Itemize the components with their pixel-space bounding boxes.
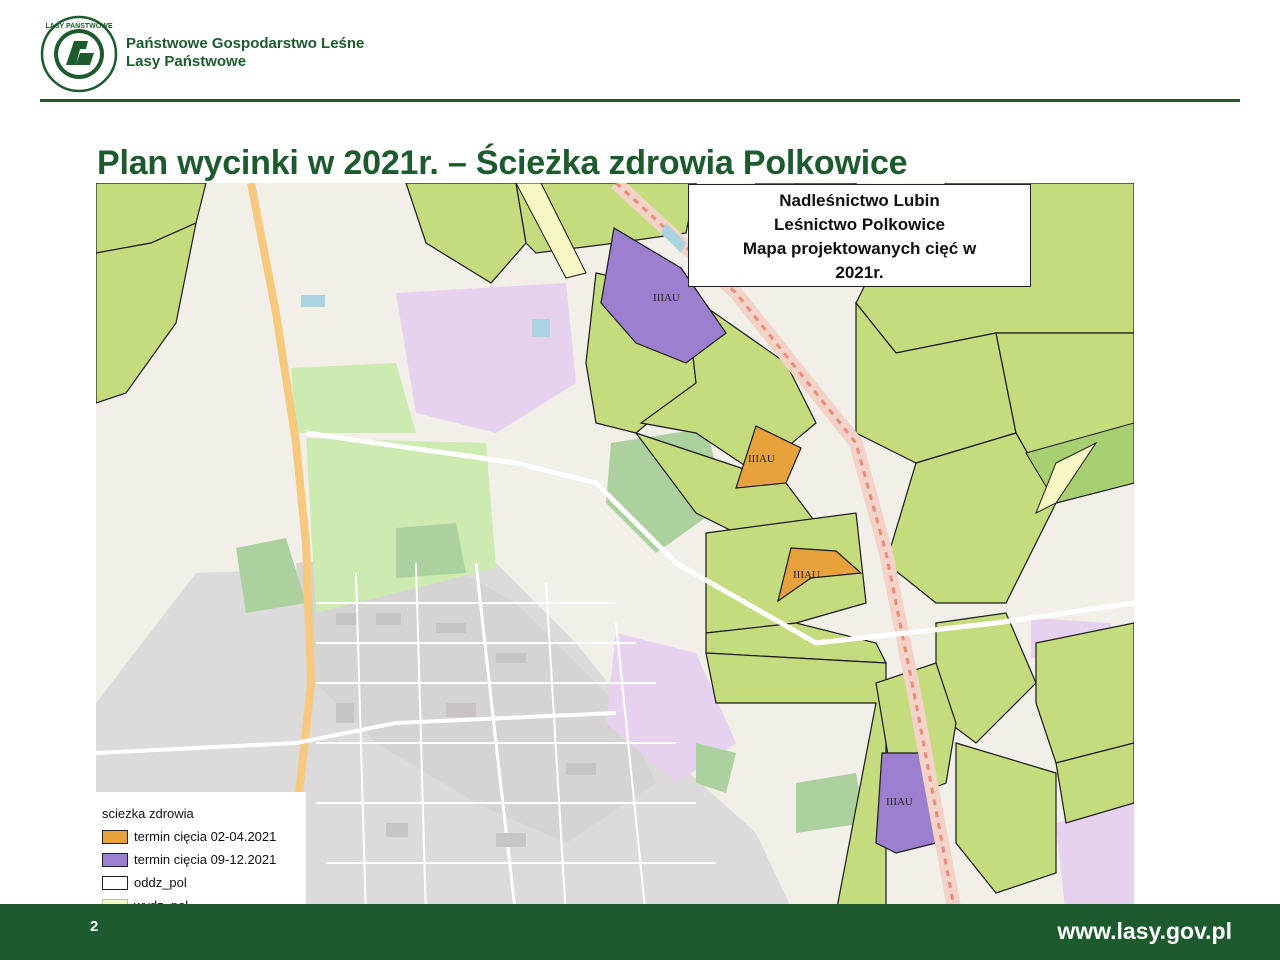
info-line-2: Leśnictwo Polkowice bbox=[774, 215, 945, 234]
map-legend: sciezka zdrowia termin cięcia 02-04.2021… bbox=[96, 792, 306, 918]
svg-text:LASY PAŃSTWOWE: LASY PAŃSTWOWE bbox=[45, 21, 112, 30]
legend-swatch-oddz bbox=[102, 875, 128, 890]
legend-title: sciezka zdrowia bbox=[102, 806, 194, 821]
lasy-panstwowe-logo: LASY PAŃSTWOWE bbox=[40, 15, 118, 93]
info-line-4: 2021r. bbox=[835, 263, 884, 282]
legend-item-oddz: oddz_pol bbox=[102, 874, 187, 890]
cut-label-1: IIIAU bbox=[653, 292, 680, 304]
footer-url[interactable]: www.lasy.gov.pl bbox=[1057, 918, 1232, 945]
legend-swatch-orange bbox=[102, 829, 128, 844]
header-divider bbox=[40, 99, 1240, 102]
organization-name: Państwowe Gospodarstwo Leśne Lasy Państw… bbox=[126, 35, 364, 71]
map-info-box: Nadleśnictwo Lubin Leśnictwo Polkowice M… bbox=[688, 184, 1031, 287]
org-line-2: Lasy Państwowe bbox=[126, 53, 247, 70]
cut-label-2: IIIAU bbox=[748, 453, 775, 465]
slide-title: Plan wycinki w 2021r. – Ścieżka zdrowia … bbox=[97, 144, 908, 182]
org-line-1: Państwowe Gospodarstwo Leśne bbox=[126, 35, 365, 52]
page-number: 2 bbox=[90, 918, 99, 935]
legend-item-purple: termin cięcia 09-12.2021 bbox=[102, 851, 276, 867]
info-line-1: Nadleśnictwo Lubin bbox=[779, 191, 940, 210]
cut-label-3: IIIAU bbox=[793, 569, 820, 581]
info-line-3: Mapa projektowanych cięć w bbox=[742, 239, 977, 258]
legend-swatch-purple bbox=[102, 852, 128, 867]
legend-item-orange: termin cięcia 02-04.2021 bbox=[102, 828, 276, 844]
cut-label-4: IIIAU bbox=[886, 796, 913, 808]
